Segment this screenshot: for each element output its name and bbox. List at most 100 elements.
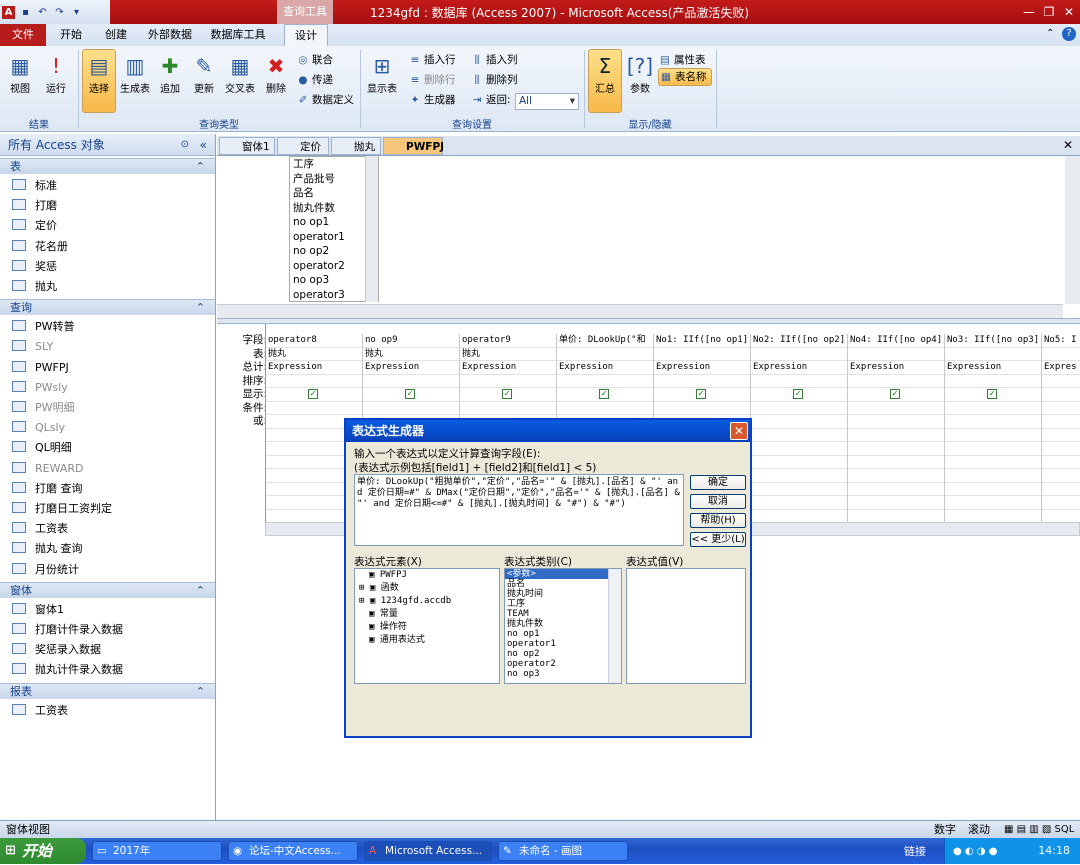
grid-cell-criteria[interactable]	[848, 402, 944, 415]
category-item[interactable]: no op3	[505, 669, 621, 679]
show-checkbox[interactable]: ✓	[599, 389, 609, 399]
category-item[interactable]: operator2	[505, 659, 621, 669]
tab-form1[interactable]: 窗体1	[219, 137, 275, 155]
nav-item[interactable]: QLsly	[12, 418, 65, 438]
grid-cell-criteria[interactable]	[945, 510, 1041, 523]
tab-pwfpj[interactable]: PWFPJ	[383, 137, 444, 155]
grid-cell-sort[interactable]	[945, 375, 1041, 388]
grid-cell-criteria[interactable]	[460, 402, 556, 415]
tab-design[interactable]: 设计	[284, 24, 328, 46]
nav-section-0[interactable]: 表 ⌃	[0, 158, 215, 174]
tab-pricing[interactable]: 定价	[277, 137, 329, 155]
grid-cell-total[interactable]: Expression	[654, 361, 750, 375]
collapse-chevron-icon[interactable]: ⌃	[196, 583, 205, 599]
expression-textbox[interactable]: 单价: DLookUp("粗抛单价","定价","品名='" & [抛丸].[品…	[354, 474, 684, 546]
grid-cell-table[interactable]: 抛丸	[266, 348, 362, 361]
tab-database-tools[interactable]: 数据库工具	[208, 24, 268, 46]
nav-item[interactable]: PWFPJ	[12, 358, 69, 378]
taskbar-item-paint[interactable]: ✎ 未命名 - 画图	[498, 841, 628, 861]
grid-cell-criteria[interactable]	[751, 442, 847, 456]
categories-scrollbar[interactable]	[608, 569, 621, 683]
nav-item[interactable]: 窗体1	[12, 600, 64, 620]
insert-column-button[interactable]: ⫼ 插入列	[470, 50, 518, 70]
nav-item[interactable]: PW转普	[12, 317, 75, 337]
grid-cell-total[interactable]: Expression	[945, 361, 1041, 375]
grid-cell-criteria[interactable]	[751, 429, 847, 442]
grid-cell-table[interactable]: 抛丸	[363, 348, 459, 361]
nav-item[interactable]: 标准	[12, 176, 57, 196]
tab-external-data[interactable]: 外部数据	[146, 24, 194, 46]
grid-cell-criteria[interactable]	[1042, 442, 1080, 456]
grid-cell-field[interactable]: operator8	[266, 334, 362, 348]
pass-through-button[interactable]: ● 传递	[296, 70, 333, 90]
element-tree-item[interactable]: ⊞ ▣ 1234gfd.accdb	[355, 595, 499, 608]
minimize-icon[interactable]: —	[1020, 4, 1038, 20]
grid-cell-field[interactable]: No3: IIf([no op3] :	[945, 334, 1041, 348]
update-button[interactable]: ✎ 更新	[188, 50, 220, 96]
taskbar-links[interactable]: 链接	[904, 843, 926, 859]
collapse-chevron-icon[interactable]: ⌃	[196, 159, 205, 175]
undo-icon[interactable]: ↶	[36, 6, 49, 19]
less-button[interactable]: << 更少(L)	[690, 532, 746, 547]
grid-cell-criteria[interactable]	[945, 469, 1041, 483]
grid-cell-criteria[interactable]	[1042, 415, 1080, 429]
grid-cell-criteria[interactable]	[848, 510, 944, 523]
grid-cell-field[interactable]: No4: IIf([no op4] :	[848, 334, 944, 348]
grid-cell-criteria[interactable]	[751, 456, 847, 469]
grid-column[interactable]: No2: IIf([no op2] : Expression ✓	[751, 334, 848, 523]
taskbar-item-folder[interactable]: ▭ 2017年	[92, 841, 222, 861]
grid-cell-criteria[interactable]	[751, 496, 847, 510]
grid-cell-field[interactable]: No1: IIf([no op1] :	[654, 334, 750, 348]
crosstab-button[interactable]: ▦ 交叉表	[222, 50, 258, 96]
tab-shot-blast[interactable]: 抛丸	[331, 137, 381, 155]
grid-cell-field[interactable]: operator9	[460, 334, 556, 348]
grid-cell-sort[interactable]	[557, 375, 653, 388]
show-checkbox[interactable]: ✓	[793, 389, 803, 399]
totals-button[interactable]: Σ 汇总	[588, 49, 622, 113]
category-item[interactable]: 品名	[505, 579, 621, 589]
category-item[interactable]: <参数>	[505, 569, 621, 579]
grid-cell-total[interactable]: Expression	[848, 361, 944, 375]
help-icon[interactable]: ?	[1062, 27, 1076, 41]
field-list-scrollbar[interactable]	[365, 156, 378, 302]
nav-item[interactable]: 抛丸 查询	[12, 539, 83, 559]
nav-item[interactable]: 打磨日工资判定	[12, 499, 112, 519]
category-item[interactable]: operator1	[505, 639, 621, 649]
taskbar-item-browser[interactable]: ◉ 论坛-中文Access...	[228, 841, 358, 861]
close-icon[interactable]: ✕	[1060, 4, 1078, 20]
table-names-button[interactable]: ▦ 表名称	[658, 68, 712, 86]
show-checkbox[interactable]: ✓	[987, 389, 997, 399]
grid-cell-table[interactable]: 抛丸	[460, 348, 556, 361]
show-checkbox[interactable]: ✓	[696, 389, 706, 399]
nav-section-1[interactable]: 查询 ⌃	[0, 299, 215, 316]
access-app-icon[interactable]: A	[2, 5, 15, 19]
grid-cell-criteria[interactable]	[848, 456, 944, 469]
element-tree-item[interactable]: ▣ 常量	[355, 608, 499, 621]
grid-cell-criteria[interactable]	[848, 469, 944, 483]
grid-cell-criteria[interactable]	[848, 429, 944, 442]
category-item[interactable]: 工序	[505, 599, 621, 609]
grid-cell-table[interactable]	[654, 348, 750, 361]
category-item[interactable]: 抛丸件数	[505, 619, 621, 629]
append-button[interactable]: ✚ 追加	[154, 50, 186, 96]
collapse-chevron-icon[interactable]: ⌃	[196, 684, 205, 700]
delete-query-button[interactable]: ✖ 删除	[260, 50, 292, 96]
element-tree-item[interactable]: ▣ 操作符	[355, 621, 499, 634]
dialog-close-button[interactable]: ✕	[730, 422, 748, 440]
union-button[interactable]: ◎ 联合	[296, 50, 333, 70]
grid-cell-criteria[interactable]	[266, 402, 362, 415]
grid-cell-table[interactable]	[1042, 348, 1080, 361]
grid-column[interactable]: No4: IIf([no op4] : Expression ✓	[848, 334, 945, 523]
grid-cell-criteria[interactable]	[1042, 456, 1080, 469]
category-item[interactable]: no op1	[505, 629, 621, 639]
restore-icon[interactable]: ❐	[1040, 4, 1058, 20]
builder-button[interactable]: ✦ 生成器	[408, 90, 456, 110]
grid-cell-sort[interactable]	[1042, 375, 1080, 388]
nav-item[interactable]: PWsly	[12, 378, 68, 398]
grid-cell-total[interactable]: Expression	[751, 361, 847, 375]
ok-button[interactable]: 确定	[690, 475, 746, 490]
grid-cell-sort[interactable]	[460, 375, 556, 388]
grid-cell-criteria[interactable]	[848, 483, 944, 496]
grid-cell-criteria[interactable]	[848, 415, 944, 429]
expression-values-list[interactable]	[626, 568, 746, 684]
